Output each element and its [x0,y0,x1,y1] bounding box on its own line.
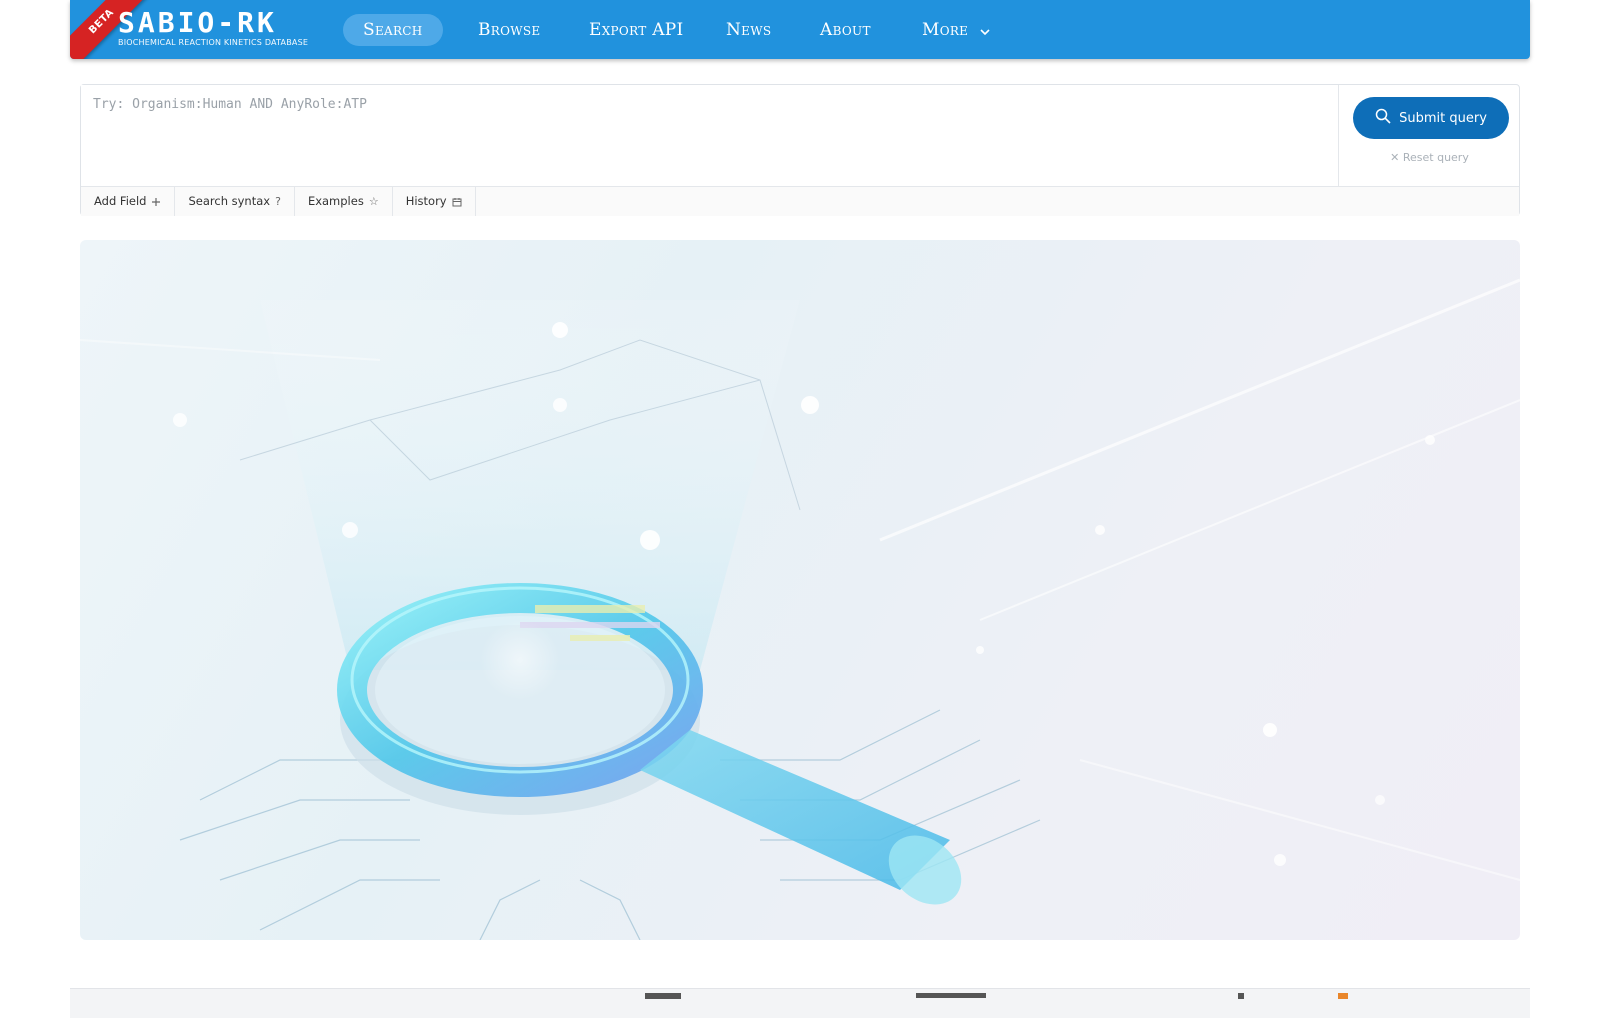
nav-search-label: Search [363,20,423,40]
query-panel: Submit query ✕ Reset query Add Field Sea… [80,84,1520,216]
nav-about-label: About [820,20,871,40]
close-icon: ✕ [1390,151,1400,164]
reset-query-label: Reset query [1402,151,1469,164]
nav-news[interactable]: News [726,14,771,46]
nav-about[interactable]: About [820,14,871,46]
examples-label: Examples [307,194,364,208]
query-actions: Submit query ✕ Reset query [1339,85,1520,186]
nav-export-api[interactable]: Export API [589,14,684,46]
query-toolbar: Add Field Search syntax ? Examples ☆ His… [81,186,1519,216]
hero-illustration [80,240,1520,940]
add-field-label: Add Field [94,194,147,208]
magnifying-glass-illustration [80,278,1520,940]
nav-browse-label: Browse [478,20,541,40]
footer [70,988,1530,1018]
top-navbar: BETA SABIO-RK Biochemical Reaction Kinet… [70,0,1530,59]
nav-more-dropdown[interactable]: More [922,14,990,46]
history-label: History [405,194,447,208]
brand-title: SABIO-RK [118,6,277,39]
reset-query-button[interactable]: ✕ Reset query [1339,151,1520,164]
nav-news-label: News [726,20,772,40]
nav-search[interactable]: Search [343,14,443,46]
federal-ministry-logo[interactable] [916,993,986,998]
partner-logo[interactable] [1338,993,1348,999]
submit-query-button[interactable]: Submit query [1353,97,1509,139]
query-input[interactable] [81,85,1339,186]
chevron-down-icon [980,15,990,47]
search-syntax-label: Search syntax [188,194,271,208]
search-icon [1375,108,1391,128]
add-field-button[interactable]: Add Field [81,187,176,216]
star-icon: ☆ [368,195,379,208]
brand-logo[interactable]: SABIO-RK Biochemical Reaction Kinetics D… [118,8,308,48]
calendar-icon [452,197,462,207]
partner-logo[interactable] [645,993,681,999]
brand-subtitle: Biochemical Reaction Kinetics Database [118,38,309,47]
question-icon: ? [275,195,281,208]
submit-query-label: Submit query [1399,110,1487,126]
nav-more-label: More [922,20,969,40]
history-button[interactable]: History [392,187,476,216]
partner-logo[interactable] [1238,993,1244,999]
nav-export-api-label: Export API [589,20,684,40]
nav-browse[interactable]: Browse [478,14,540,46]
search-syntax-button[interactable]: Search syntax ? [175,187,295,216]
plus-icon [151,197,161,207]
examples-button[interactable]: Examples ☆ [294,187,393,216]
